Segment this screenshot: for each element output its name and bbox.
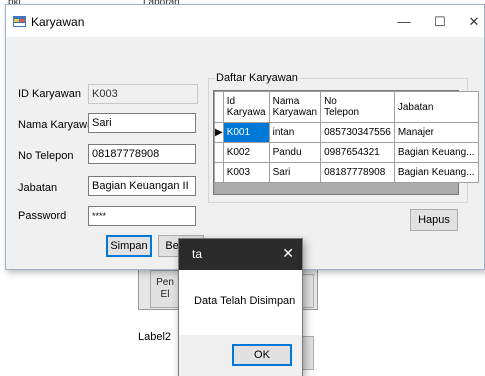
table-row[interactable]: K003 Sari 08187778908 Bagian Keuang... [214,162,479,183]
karyawan-window: Karyawan — ☐ ✕ ID Karyawan K003 Nama Kar… [5,4,485,270]
message-dialog: ta ✕ Data Telah Disimpan OK [178,238,303,376]
grid-cell[interactable]: K001 [222,122,270,143]
grid-cell[interactable]: Bagian Keuang... [393,162,479,183]
dialog-title: ta [192,247,203,261]
title-bar[interactable]: Karyawan — ☐ ✕ [6,5,484,37]
grid-table: Id Karyawa Nama Karyawan No Telepon Jaba… [214,91,479,183]
grid-cell[interactable]: Bagian Keuang... [393,142,479,163]
column-header-nama[interactable]: Nama Karyawan [268,91,322,123]
close-icon[interactable]: ✕ [462,11,485,33]
dialog-footer: OK [179,335,302,376]
dialog-message: Data Telah Disimpan [194,295,296,307]
grid-cell[interactable]: K003 [222,162,270,183]
grid-cell[interactable]: intan [268,122,322,143]
hapus-button[interactable]: Hapus [410,209,458,231]
row-header[interactable] [214,162,224,183]
column-header-id[interactable]: Id Karyawa [222,91,270,123]
window-title: Karyawan [31,15,85,29]
group-title: Daftar Karyawan [214,72,300,84]
table-row[interactable]: ▶ K001 intan 085730347556 Manajer [214,122,479,143]
grid-cell[interactable]: 085730347556 [320,122,395,143]
karyawan-data-grid[interactable]: Id Karyawa Nama Karyawan No Telepon Jaba… [213,90,479,195]
dialog-close-icon[interactable]: ✕ [282,245,294,262]
jabatan-label: Jabatan [18,182,58,194]
app-form-icon [13,16,26,27]
id-karyawan-field[interactable]: K003 [88,84,198,104]
maximize-icon[interactable]: ☐ [428,11,452,33]
minimize-icon[interactable]: — [392,11,416,33]
current-row-indicator-icon[interactable]: ▶ [214,122,224,143]
row-header-corner [214,91,224,123]
grid-cell[interactable]: 0987654321 [320,142,395,163]
password-label: Password [18,210,67,222]
no-telepon-label: No Telepon [18,150,74,162]
dialog-title-bar[interactable]: ta ✕ [179,239,302,270]
simpan-button[interactable]: Simpan [106,235,152,257]
column-header-jabatan[interactable]: Jabatan [393,91,479,123]
grid-cell[interactable]: Sari [268,162,322,183]
password-field[interactable]: **** [88,206,196,226]
nama-karyawan-field[interactable]: Sari [88,113,196,133]
daftar-karyawan-group: Daftar Karyawan Id Karyawa Nama Karyawan… [208,72,479,203]
row-header[interactable] [214,142,224,163]
ok-button[interactable]: OK [232,344,292,366]
grid-cell[interactable]: K002 [222,142,270,163]
grid-cell[interactable]: 08187778908 [320,162,395,183]
grid-cell[interactable]: Pandu [268,142,322,163]
background-label: Label2 [138,331,172,343]
jabatan-field[interactable]: Bagian Keuangan II [88,176,196,196]
grid-header-row: Id Karyawa Nama Karyawan No Telepon Jaba… [214,91,479,123]
background-button[interactable]: Pen El [150,270,180,308]
no-telepon-field[interactable]: 08187778908 [88,144,196,164]
table-row[interactable]: K002 Pandu 0987654321 Bagian Keuang... [214,142,479,163]
column-header-telepon[interactable]: No Telepon [320,91,395,123]
grid-cell[interactable]: Manajer [393,122,479,143]
id-karyawan-label: ID Karyawan [18,88,81,100]
